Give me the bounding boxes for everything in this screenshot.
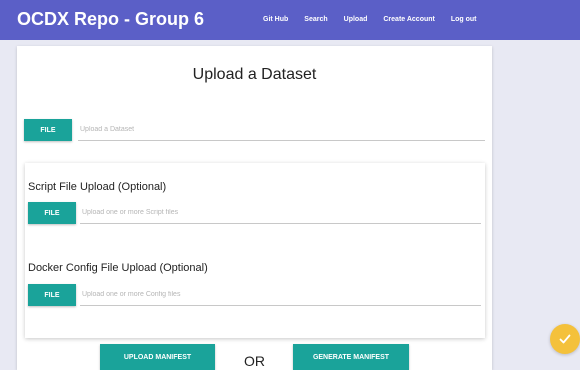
page-title: Upload a Dataset <box>192 66 317 83</box>
upload-manifest-button[interactable]: UPLOAD MANIFEST <box>100 344 215 370</box>
dataset-file-input[interactable] <box>78 119 485 141</box>
brand-title[interactable]: OCDX Repo - Group 6 <box>17 9 204 30</box>
nav-link-github[interactable]: Git Hub <box>263 16 288 30</box>
nav-links: Git Hub Search Upload Create Account Log… <box>263 16 477 30</box>
script-upload-label: Script File Upload (Optional) <box>28 181 167 193</box>
script-file-button[interactable]: FILE <box>28 202 76 224</box>
docker-file-button[interactable]: FILE <box>28 284 76 306</box>
dataset-file-button[interactable]: FILE <box>24 119 72 141</box>
nav-link-create-account[interactable]: Create Account <box>383 16 434 30</box>
docker-file-input[interactable] <box>80 284 481 306</box>
nav-link-search[interactable]: Search <box>304 16 327 30</box>
check-icon <box>559 334 571 344</box>
floating-action-button[interactable] <box>550 324 580 354</box>
nav-link-upload[interactable]: Upload <box>344 16 368 30</box>
or-label: OR <box>244 353 265 369</box>
docker-upload-label: Docker Config File Upload (Optional) <box>28 262 208 274</box>
optional-uploads-card: Script File Upload (Optional) FILE Docke… <box>25 163 485 338</box>
nav-link-log-out[interactable]: Log out <box>451 16 477 30</box>
upload-card: Upload a Dataset FILE Script File Upload… <box>17 46 492 370</box>
docker-upload-row: FILE <box>28 284 481 306</box>
script-file-input[interactable] <box>80 202 481 224</box>
navbar: OCDX Repo - Group 6 Git Hub Search Uploa… <box>0 0 580 40</box>
generate-manifest-button[interactable]: GENERATE MANIFEST <box>293 344 409 370</box>
script-upload-row: FILE <box>28 202 481 224</box>
dataset-upload-row: FILE <box>24 119 485 141</box>
